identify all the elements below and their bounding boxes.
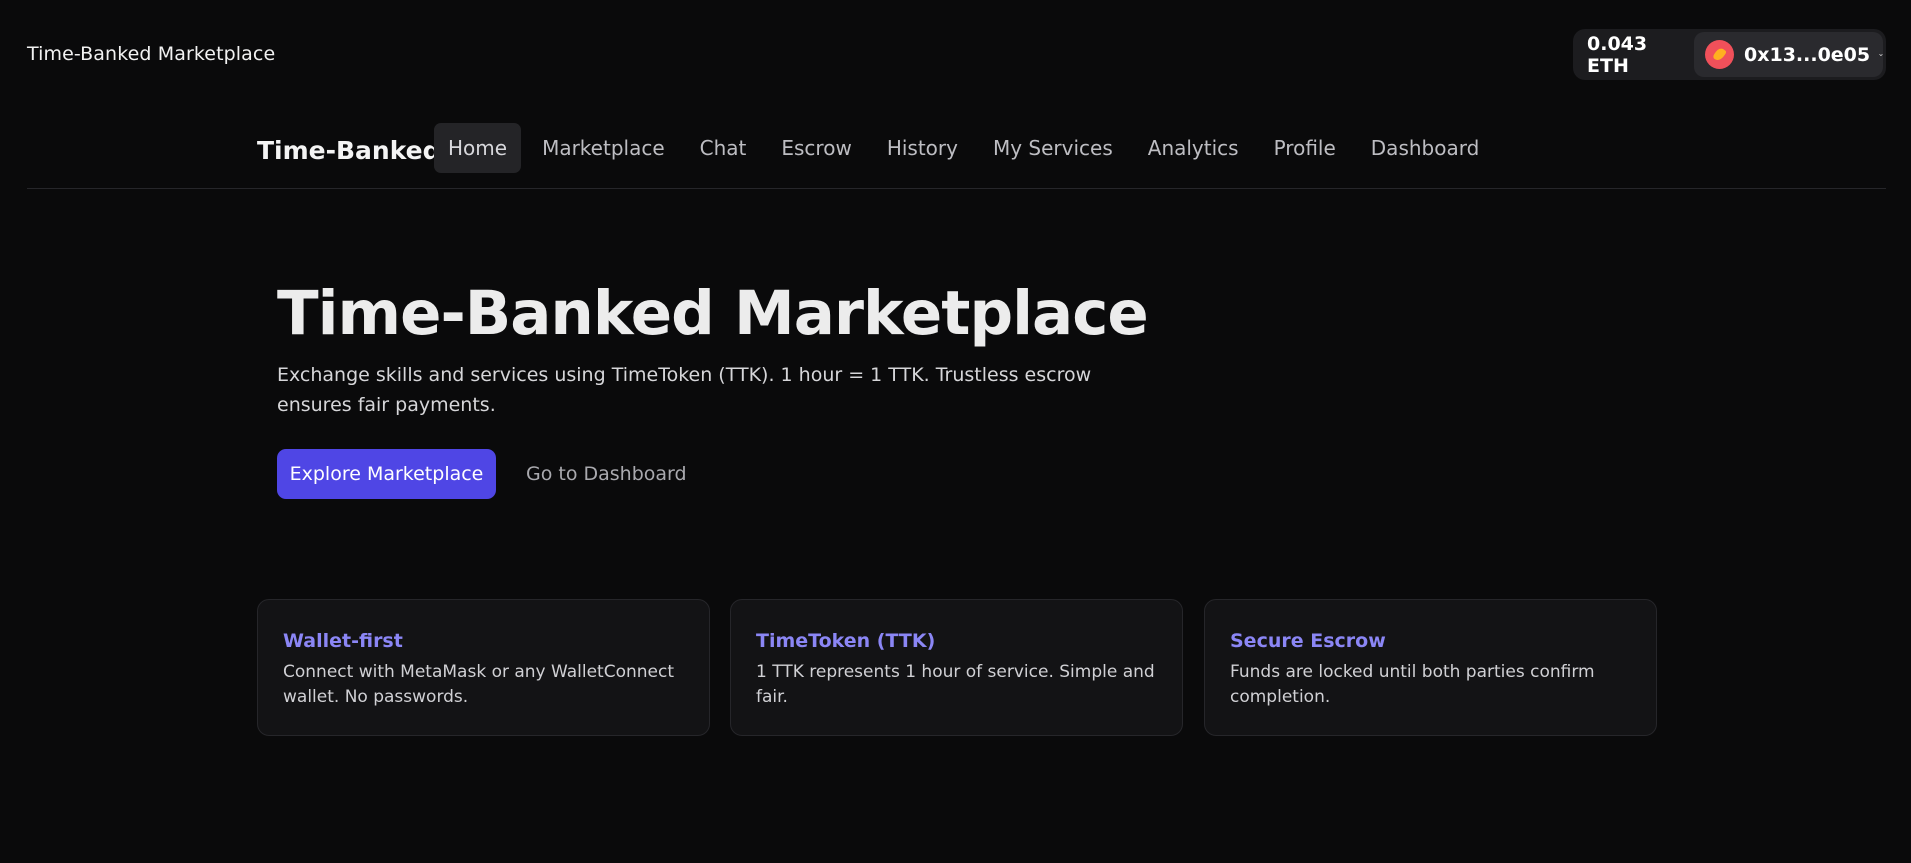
nav-item-analytics[interactable]: Analytics <box>1134 123 1253 173</box>
nav-items: Home Marketplace Chat Escrow History My … <box>434 123 1500 173</box>
app-title: Time-Banked Marketplace <box>27 43 276 65</box>
feature-card-text: Funds are locked until both parties conf… <box>1230 662 1595 707</box>
nav-item-escrow[interactable]: Escrow <box>767 123 865 173</box>
feature-card-wallet: Wallet-first Connect with MetaMask or an… <box>257 599 710 736</box>
feature-card-timetoken: TimeToken (TTK) 1 TTK represents 1 hour … <box>730 599 1183 736</box>
nav-item-marketplace[interactable]: Marketplace <box>528 123 679 173</box>
nav-item-dashboard[interactable]: Dashboard <box>1357 123 1494 173</box>
chevron-down-icon <box>1879 53 1883 56</box>
feature-card-text: 1 TTK represents 1 hour of service. Simp… <box>756 662 1155 707</box>
nav-item-my-services[interactable]: My Services <box>979 123 1127 173</box>
feature-card-title: Secure Escrow <box>1230 630 1386 652</box>
nav-item-history[interactable]: History <box>873 123 972 173</box>
wallet-balance[interactable]: 0.043 ETH <box>1573 33 1693 77</box>
feature-card-text: Connect with MetaMask or any WalletConne… <box>283 662 675 707</box>
top-bar: Time-Banked Marketplace 0.043 ETH 0x13..… <box>0 0 1911 110</box>
hero-subtitle: Exchange skills and services using TimeT… <box>277 364 1092 416</box>
wallet-widget: 0.043 ETH 0x13...0e05 <box>1573 29 1886 80</box>
nav-item-home[interactable]: Home <box>434 123 522 173</box>
wallet-address: 0x13...0e05 <box>1744 43 1871 66</box>
go-to-dashboard-link[interactable]: Go to Dashboard <box>526 449 687 499</box>
wallet-account-button[interactable]: 0x13...0e05 <box>1694 32 1883 77</box>
explore-marketplace-button[interactable]: Explore Marketplace <box>277 449 496 499</box>
nav-brand[interactable]: Time-Banked <box>257 136 441 165</box>
main-nav: Time-Banked Home Marketplace Chat Escrow… <box>0 110 1911 189</box>
feature-card-title: TimeToken (TTK) <box>756 630 936 652</box>
nav-item-chat[interactable]: Chat <box>686 123 761 173</box>
nav-item-profile[interactable]: Profile <box>1260 123 1350 173</box>
hero-title: Time-Banked Marketplace <box>277 278 1149 349</box>
feature-card-escrow: Secure Escrow Funds are locked until bot… <box>1204 599 1657 736</box>
wallet-avatar-icon <box>1705 40 1734 69</box>
nav-divider <box>27 188 1886 189</box>
feature-card-title: Wallet-first <box>283 630 403 652</box>
